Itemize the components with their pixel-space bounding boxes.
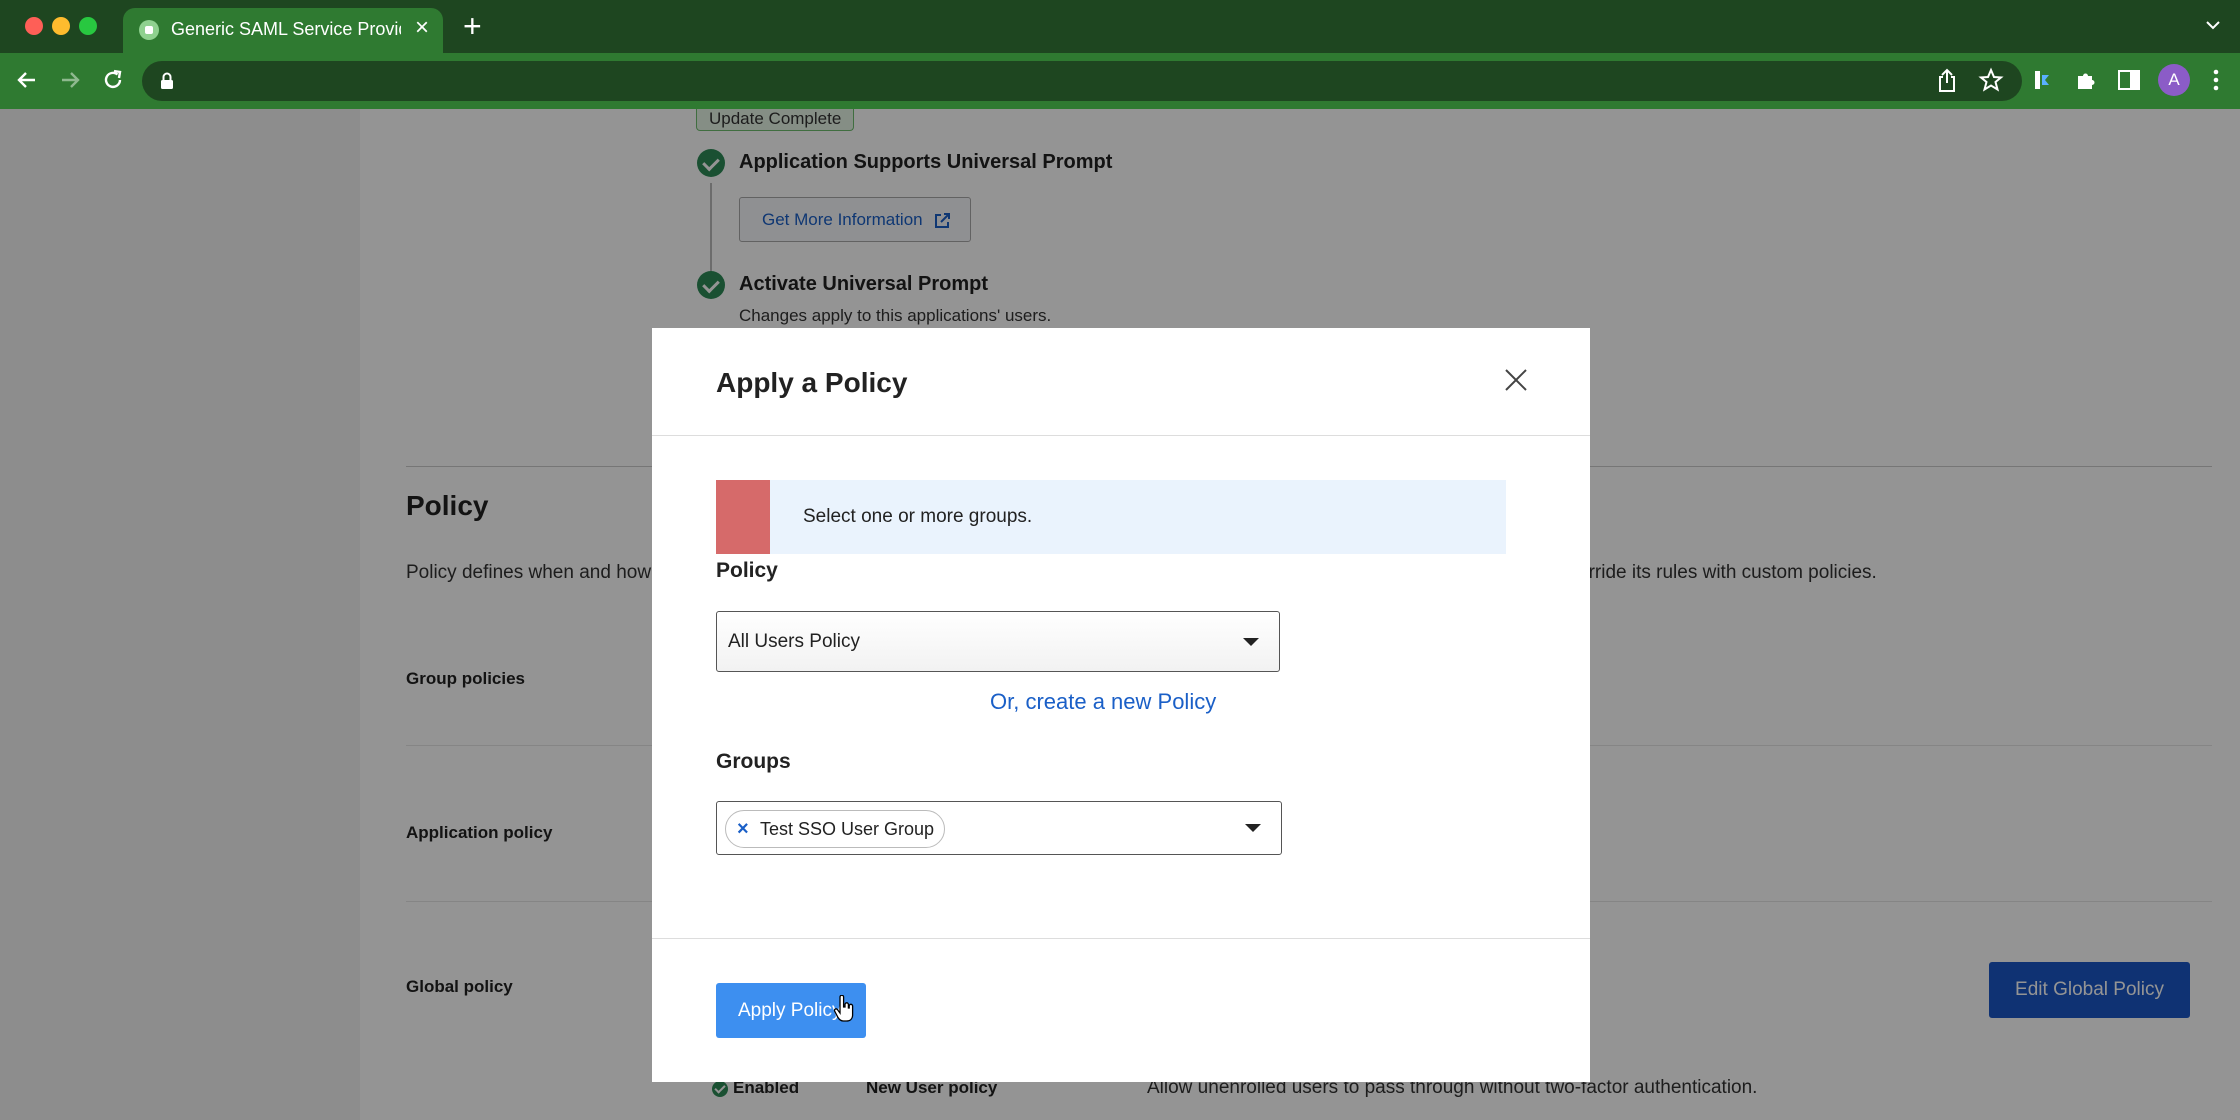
remove-chip-icon[interactable]: × [737,811,749,847]
side-panel-icon[interactable] [2116,67,2142,93]
address-bar[interactable] [142,61,2022,101]
new-tab-icon[interactable]: + [463,10,482,42]
tab-close-icon[interactable]: × [415,16,429,40]
lock-icon[interactable] [160,72,174,90]
dialog-footer-divider [652,938,1590,939]
caret-down-icon[interactable] [1245,824,1261,832]
forward-arrow-icon[interactable] [57,67,83,93]
validation-alert: Select one or more groups. [716,480,1506,554]
policy-field-label: Policy [716,559,778,582]
tab-title: Generic SAML Service Provider [171,19,401,39]
apply-policy-dialog: Apply a Policy Select one or more groups… [652,328,1590,1082]
share-icon[interactable] [1936,67,1958,93]
back-arrow-icon[interactable] [14,67,40,93]
browser-tab[interactable]: Generic SAML Service Provider × [123,8,443,53]
dialog-title: Apply a Policy [716,367,908,398]
policy-select[interactable]: All Users Policy [716,611,1280,672]
chevron-down-icon[interactable] [2204,16,2222,34]
groups-field-label: Groups [716,750,791,773]
favicon-icon [139,20,159,40]
group-chip: × Test SSO User Group [725,810,946,848]
alert-message: Select one or more groups. [803,506,1033,527]
menu-kebab-icon[interactable] [2210,67,2222,93]
hand-cursor-icon [833,995,854,1022]
dialog-header-divider [652,435,1590,436]
window-close-button[interactable] [25,17,43,35]
create-new-policy-link[interactable]: Or, create a new Policy [990,689,1216,715]
profile-avatar[interactable]: A [2158,64,2190,96]
puzzle-icon[interactable] [2073,67,2099,93]
alert-accent-bar [716,480,770,554]
caret-down-icon [1243,638,1259,646]
window-maximize-button[interactable] [79,17,97,35]
close-icon[interactable] [1504,368,1528,392]
reload-icon[interactable] [100,67,126,93]
extension-icon[interactable] [2032,67,2054,93]
browser-toolbar: A [0,53,2240,109]
bookmark-star-icon[interactable] [1978,67,2004,93]
window-minimize-button[interactable] [52,17,70,35]
group-chip-label: Test SSO User Group [760,819,935,839]
browser-tab-bar: Generic SAML Service Provider × + [0,0,2240,53]
groups-multiselect[interactable]: × Test SSO User Group [716,801,1282,855]
policy-select-value: All Users Policy [728,631,860,652]
